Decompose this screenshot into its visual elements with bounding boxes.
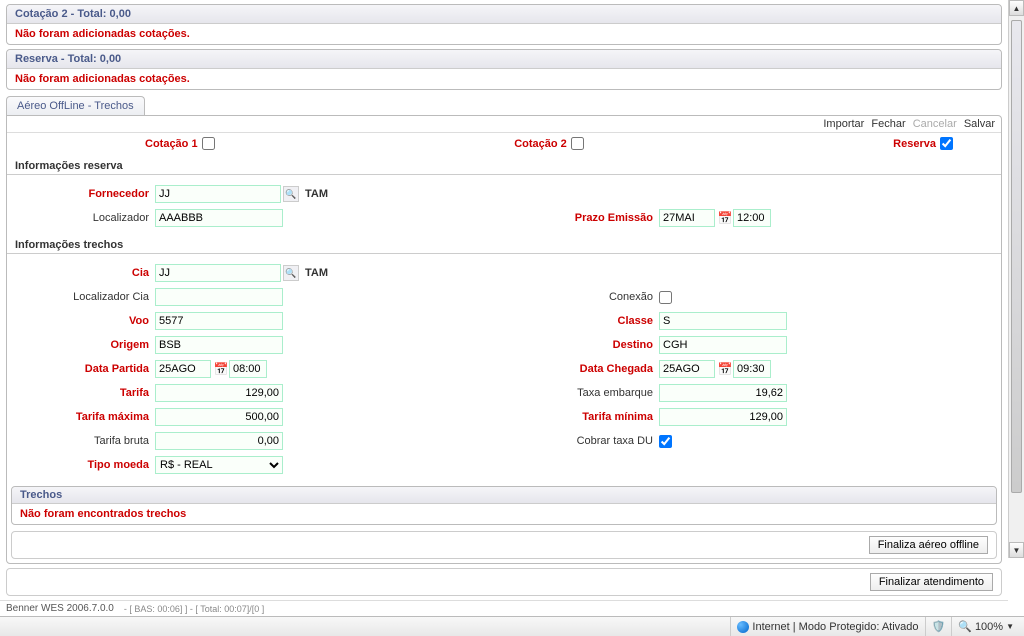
cobrar-checkbox[interactable] (659, 435, 672, 448)
fornecedor-input[interactable] (155, 185, 281, 203)
section-info-reserva: Informações reserva (7, 158, 1001, 175)
trechos-sub-header: Trechos (12, 487, 996, 504)
tarifamax-input[interactable] (155, 408, 283, 426)
cotacao2-panel: Cotação 2 - Total: 0,00 Não foram adicio… (6, 4, 1002, 45)
cotacao2-header: Cotação 2 - Total: 0,00 (7, 5, 1001, 24)
trechos-sub-panel: Trechos Não foram encontrados trechos (11, 486, 997, 525)
cotacao2-checkbox[interactable] (571, 137, 584, 150)
taxa-input[interactable] (659, 384, 787, 402)
partida-time-input[interactable] (229, 360, 267, 378)
internet-zone-text: Internet | Modo Protegido: Ativado (752, 621, 918, 633)
cotacao1-checkbox[interactable] (202, 137, 215, 150)
finaliza-aereo-button[interactable]: Finaliza aéreo offline (869, 536, 988, 554)
reserva-panel: Reserva - Total: 0,00 Não foram adiciona… (6, 49, 1002, 90)
classe-label: Classe (519, 315, 659, 327)
main-form-panel: Importar Fechar Cancelar Salvar Cotação … (6, 115, 1002, 564)
trechos-empty-msg: Não foram encontrados trechos (20, 508, 186, 520)
cobrar-label: Cobrar taxa DU (519, 435, 659, 447)
destino-label: Destino (519, 339, 659, 351)
chegada-label: Data Chegada (519, 363, 659, 375)
partida-calendar-icon[interactable]: 📅 (213, 361, 229, 377)
tarifa-input[interactable] (155, 384, 283, 402)
partida-date-input[interactable] (155, 360, 211, 378)
loccia-label: Localizador Cia (15, 291, 155, 303)
localizador-label: Localizador (15, 212, 155, 224)
tarifabruta-label: Tarifa bruta (15, 435, 155, 447)
tarifamin-input[interactable] (659, 408, 787, 426)
conexao-checkbox[interactable] (659, 291, 672, 304)
chegada-calendar-icon[interactable]: 📅 (717, 361, 733, 377)
fechar-link[interactable]: Fechar (871, 118, 905, 130)
zoom-dropdown-icon[interactable]: ▼ (1006, 622, 1014, 631)
loccia-input[interactable] (155, 288, 283, 306)
tarifa-label: Tarifa (15, 387, 155, 399)
app-version: Benner WES 2006.7.0.0 (6, 603, 114, 614)
cancelar-link: Cancelar (913, 118, 957, 130)
form-toolbar: Importar Fechar Cancelar Salvar (7, 116, 1001, 133)
partida-label: Data Partida (15, 363, 155, 375)
app-footer: Benner WES 2006.7.0.0 - [ BAS: 00:06] ] … (0, 600, 1008, 616)
browser-status-bar: Internet | Modo Protegido: Ativado 🛡️ 🔍 … (0, 616, 1024, 636)
scroll-up-button[interactable]: ▲ (1009, 0, 1024, 16)
chegada-time-input[interactable] (733, 360, 771, 378)
localizador-input[interactable] (155, 209, 283, 227)
voo-label: Voo (15, 315, 155, 327)
prazo-calendar-icon[interactable]: 📅 (717, 210, 733, 226)
prazo-date-input[interactable] (659, 209, 715, 227)
scroll-thumb[interactable] (1011, 20, 1022, 493)
tarifamax-label: Tarifa máxima (15, 411, 155, 423)
cia-name: TAM (305, 267, 328, 279)
internet-zone-icon (737, 621, 749, 633)
reserva-checkbox[interactable] (940, 137, 953, 150)
section-info-trechos: Informações trechos (7, 237, 1001, 254)
cia-input[interactable] (155, 264, 281, 282)
salvar-link[interactable]: Salvar (964, 118, 995, 130)
chegada-date-input[interactable] (659, 360, 715, 378)
origem-input[interactable] (155, 336, 283, 354)
tab-aereo-offline[interactable]: Aéreo OffLine - Trechos (6, 96, 145, 115)
status-security-icon[interactable]: 🛡️ (925, 617, 952, 636)
app-stats: - [ BAS: 00:06] ] - [ Total: 00:07]/[0 ] (124, 604, 264, 614)
zoom-icon[interactable]: 🔍 (958, 620, 972, 633)
reserva-empty-msg: Não foram adicionadas cotações. (15, 73, 190, 85)
cia-label: Cia (15, 267, 155, 279)
scroll-down-button[interactable]: ▼ (1009, 542, 1024, 558)
cotacao2-empty-msg: Não foram adicionadas cotações. (15, 28, 190, 40)
cotacao2-label: Cotação 2 (514, 138, 567, 150)
vertical-scrollbar[interactable]: ▲ ▼ (1008, 0, 1024, 558)
reserva-header: Reserva - Total: 0,00 (7, 50, 1001, 69)
moeda-select[interactable]: R$ - REAL (155, 456, 283, 474)
zoom-level: 100% (975, 621, 1003, 633)
fornecedor-lookup-icon[interactable]: 🔍 (283, 186, 299, 202)
tarifabruta-input[interactable] (155, 432, 283, 450)
prazo-label: Prazo Emissão (519, 212, 659, 224)
fornecedor-label: Fornecedor (15, 188, 155, 200)
conexao-label: Conexão (519, 291, 659, 303)
destino-input[interactable] (659, 336, 787, 354)
classe-input[interactable] (659, 312, 787, 330)
fornecedor-name: TAM (305, 188, 328, 200)
importar-link[interactable]: Importar (823, 118, 864, 130)
tarifamin-label: Tarifa mínima (519, 411, 659, 423)
cia-lookup-icon[interactable]: 🔍 (283, 265, 299, 281)
taxa-label: Taxa embarque (519, 387, 659, 399)
finalizar-atendimento-button[interactable]: Finalizar atendimento (870, 573, 993, 591)
voo-input[interactable] (155, 312, 283, 330)
moeda-label: Tipo moeda (15, 459, 155, 471)
reserva-label: Reserva (893, 138, 936, 150)
prazo-time-input[interactable] (733, 209, 771, 227)
origem-label: Origem (15, 339, 155, 351)
cotacao1-label: Cotação 1 (145, 138, 198, 150)
